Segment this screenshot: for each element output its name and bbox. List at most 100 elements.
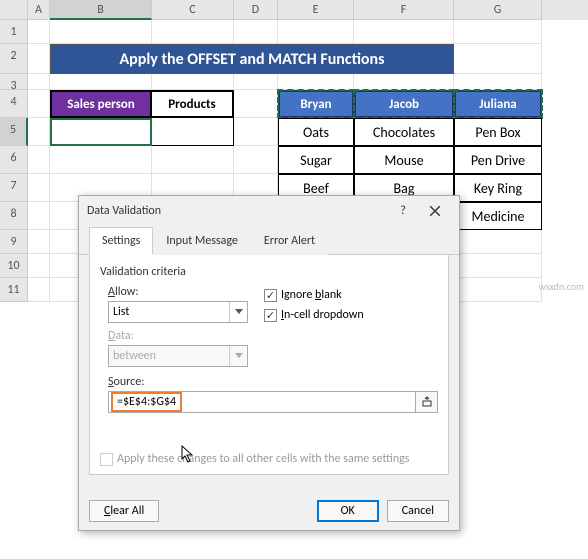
cell[interactable] bbox=[354, 20, 454, 44]
table-cell[interactable]: Medicine bbox=[454, 202, 542, 230]
cell[interactable] bbox=[28, 90, 50, 118]
row-header-5[interactable]: 5 bbox=[0, 118, 28, 146]
cell[interactable] bbox=[28, 20, 50, 44]
cell[interactable] bbox=[454, 44, 542, 74]
row-header-3[interactable]: 3 bbox=[0, 74, 28, 90]
row-4: 4 Sales person Products Bryan Jacob Juli… bbox=[0, 90, 588, 118]
cell[interactable] bbox=[28, 146, 50, 174]
col-header-D[interactable]: D bbox=[234, 0, 278, 20]
checkbox-icon bbox=[264, 289, 277, 302]
cell[interactable] bbox=[50, 20, 152, 44]
col-header-E[interactable]: E bbox=[278, 0, 354, 20]
table-cell[interactable]: Pen Drive bbox=[454, 146, 542, 174]
cell[interactable] bbox=[152, 20, 234, 44]
apply-changes-checkbox: Apply these changes to all other cells w… bbox=[100, 452, 409, 466]
cell[interactable] bbox=[28, 230, 50, 254]
cell[interactable] bbox=[28, 278, 50, 302]
chevron-down-icon bbox=[229, 346, 247, 366]
cell[interactable] bbox=[454, 20, 542, 44]
cell[interactable] bbox=[278, 20, 354, 44]
source-value: =$E$4:$G$4 bbox=[111, 392, 182, 412]
tab-error-alert[interactable]: Error Alert bbox=[251, 227, 328, 255]
col-header-G[interactable]: G bbox=[454, 0, 542, 20]
header-products[interactable]: Products bbox=[152, 90, 234, 118]
checkbox-icon bbox=[100, 453, 113, 466]
col-header-F[interactable]: F bbox=[354, 0, 454, 20]
cell[interactable] bbox=[278, 74, 354, 90]
range-picker-button[interactable] bbox=[416, 391, 438, 413]
help-button[interactable]: ? bbox=[387, 199, 419, 223]
cell[interactable] bbox=[454, 230, 542, 254]
cell[interactable] bbox=[234, 74, 278, 90]
cell[interactable] bbox=[50, 74, 152, 90]
table-cell[interactable]: Pen Box bbox=[454, 118, 542, 146]
row-header-9[interactable]: 9 bbox=[0, 230, 28, 254]
row-6: 6 Sugar Mouse Pen Drive bbox=[0, 146, 588, 174]
col-header-B[interactable]: B bbox=[50, 0, 152, 20]
data-value: between bbox=[113, 349, 156, 363]
cell[interactable] bbox=[454, 74, 542, 90]
clear-all-button[interactable]: Clear All bbox=[89, 500, 159, 522]
help-icon: ? bbox=[400, 204, 406, 218]
cell[interactable] bbox=[234, 20, 278, 44]
tab-input-message[interactable]: Input Message bbox=[153, 227, 251, 255]
cell[interactable] bbox=[234, 118, 278, 146]
in-cell-dropdown-checkbox[interactable]: In-cell dropdown bbox=[264, 308, 364, 322]
header-juliana[interactable]: Juliana bbox=[454, 90, 542, 118]
cell[interactable] bbox=[28, 174, 50, 202]
ignore-blank-checkbox[interactable]: Ignore blank bbox=[264, 288, 364, 302]
dialog-buttons: Clear All OK Cancel bbox=[89, 500, 449, 522]
dialog-titlebar[interactable]: Data Validation ? bbox=[79, 196, 459, 226]
header-sales-person[interactable]: Sales person bbox=[50, 90, 152, 118]
cell[interactable] bbox=[28, 202, 50, 230]
row-header-10[interactable]: 10 bbox=[0, 254, 28, 278]
table-cell[interactable]: Mouse bbox=[354, 146, 454, 174]
cell[interactable] bbox=[354, 74, 454, 90]
table-cell[interactable]: Oats bbox=[278, 118, 354, 146]
cell[interactable] bbox=[454, 278, 542, 302]
dialog-title: Data Validation bbox=[87, 204, 387, 218]
row-5: 5 Oats Chocolates Pen Box bbox=[0, 118, 588, 146]
table-cell[interactable]: Key Ring bbox=[454, 174, 542, 202]
col-header-C[interactable]: C bbox=[152, 0, 234, 20]
row-header-8[interactable]: 8 bbox=[0, 202, 28, 230]
allow-combobox[interactable]: List bbox=[108, 301, 248, 323]
row-header-6[interactable]: 6 bbox=[0, 146, 28, 174]
table-cell[interactable]: Chocolates bbox=[354, 118, 454, 146]
header-bryan[interactable]: Bryan bbox=[278, 90, 354, 118]
col-header-A[interactable]: A bbox=[28, 0, 50, 20]
cell[interactable] bbox=[152, 74, 234, 90]
cell[interactable] bbox=[28, 254, 50, 278]
header-jacob[interactable]: Jacob bbox=[354, 90, 454, 118]
cell[interactable] bbox=[454, 254, 542, 278]
data-validation-dialog: Data Validation ? Settings Input Message… bbox=[78, 195, 460, 531]
apply-changes-label: Apply these changes to all other cells w… bbox=[117, 452, 409, 466]
source-input[interactable]: =$E$4:$G$4 bbox=[108, 391, 416, 413]
cell[interactable] bbox=[152, 146, 234, 174]
row-header-4[interactable]: 4 bbox=[0, 90, 28, 118]
cell[interactable] bbox=[234, 90, 278, 118]
data-label: Data: bbox=[108, 329, 438, 343]
row-2: 2 Apply the OFFSET and MATCH Functions bbox=[0, 44, 588, 74]
cell[interactable] bbox=[152, 118, 234, 146]
table-cell[interactable]: Sugar bbox=[278, 146, 354, 174]
row-header-11[interactable]: 11 bbox=[0, 278, 28, 302]
cell[interactable] bbox=[28, 74, 50, 90]
cell[interactable] bbox=[28, 44, 50, 74]
row-3: 3 bbox=[0, 74, 588, 90]
ok-button[interactable]: OK bbox=[317, 500, 379, 522]
row-header-1[interactable]: 1 bbox=[0, 20, 28, 44]
select-all-corner[interactable] bbox=[0, 0, 28, 20]
checkbox-icon bbox=[264, 309, 277, 322]
row-header-7[interactable]: 7 bbox=[0, 174, 28, 202]
cancel-button[interactable]: Cancel bbox=[387, 500, 449, 522]
cell[interactable] bbox=[28, 118, 50, 146]
row-header-2[interactable]: 2 bbox=[0, 44, 28, 74]
close-button[interactable] bbox=[419, 199, 451, 223]
row-1: 1 bbox=[0, 20, 588, 44]
cell[interactable] bbox=[50, 146, 152, 174]
cell[interactable] bbox=[234, 146, 278, 174]
allow-label: AAllow:llow: bbox=[108, 285, 248, 299]
active-cell-B5[interactable] bbox=[50, 118, 152, 146]
tab-settings[interactable]: Settings bbox=[89, 227, 153, 255]
